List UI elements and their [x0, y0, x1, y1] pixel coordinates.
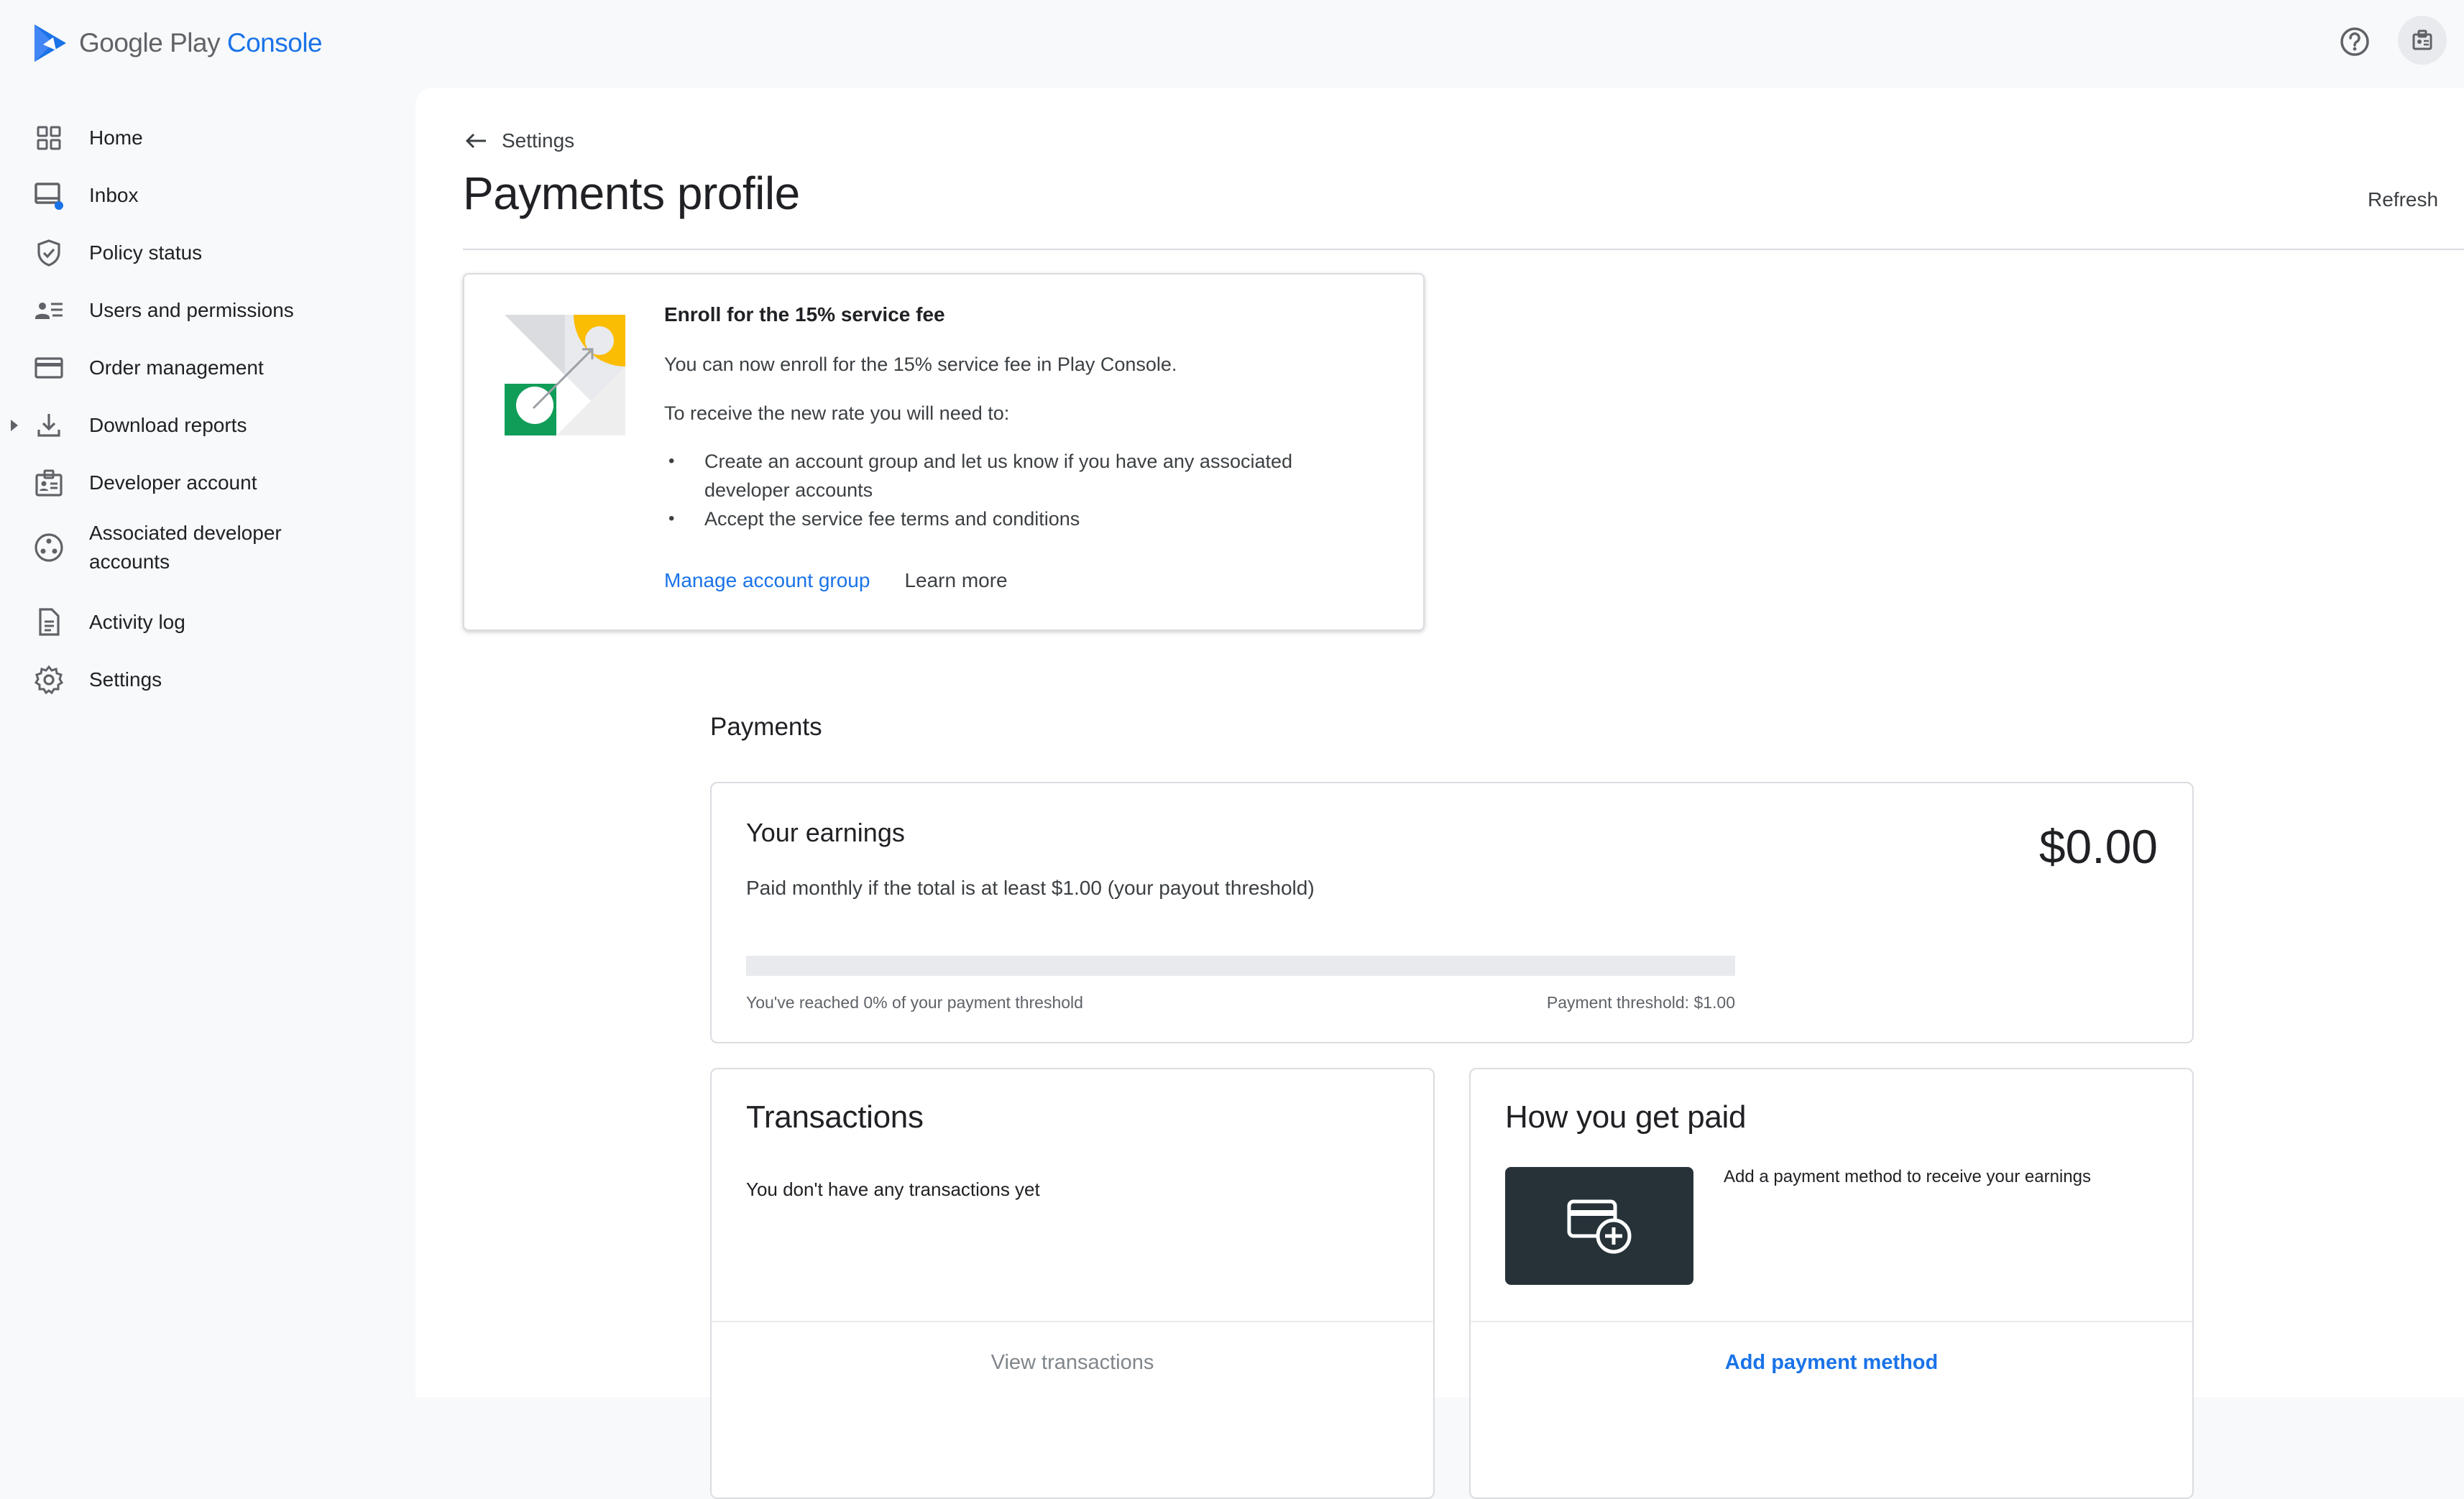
promo-title: Enroll for the 15% service fee — [664, 303, 945, 326]
top-bar: Google Play Console — [0, 0, 2464, 86]
payment-threshold-progress-bar — [746, 956, 1735, 976]
sidebar-item-label: Home — [89, 126, 143, 149]
sidebar-item-label: Developer account — [89, 471, 257, 494]
how-paid-text: Add a payment method to receive your ear… — [1724, 1167, 2091, 1186]
promo-text: To receive the new rate you will need to… — [664, 402, 1010, 424]
list-item: Accept the service fee terms and conditi… — [664, 504, 1354, 533]
gear-icon — [32, 663, 66, 697]
add-payment-method-button[interactable]: Add payment method — [1471, 1321, 2192, 1404]
arrow-back-icon[interactable] — [464, 131, 487, 151]
promo-requirements-list: Create an account group and let us know … — [664, 447, 1354, 533]
id-badge-icon — [32, 466, 66, 500]
page-title: Payments profile — [463, 167, 800, 219]
google-play-console-logo[interactable]: Google Play Console — [32, 20, 323, 66]
add-card-tile — [1505, 1167, 1693, 1285]
linked-accounts-icon — [32, 530, 66, 565]
refresh-button[interactable]: Refresh — [2368, 188, 2438, 211]
promo-text: You can now enroll for the 15% service f… — [664, 354, 1177, 375]
promo-actions: Manage account group Learn more — [664, 569, 1008, 592]
developer-account-icon[interactable] — [2398, 16, 2447, 65]
sidebar-item-activity-log[interactable]: Activity log — [0, 594, 415, 651]
main-content: Settings Payments profile Refresh Enroll… — [415, 88, 2464, 1499]
breadcrumb[interactable]: Settings — [464, 129, 574, 152]
manage-account-group-link[interactable]: Manage account group — [664, 569, 870, 592]
empty-state-text: You don't have any transactions yet — [746, 1179, 1040, 1200]
sidebar-item-label: Inbox — [89, 184, 139, 206]
payments-section-title: Payments — [710, 713, 822, 741]
grid-icon — [32, 121, 66, 155]
help-icon[interactable] — [2337, 24, 2372, 59]
sidebar-item-home[interactable]: Home — [0, 109, 415, 167]
sidebar-item-label: Policy status — [89, 241, 203, 264]
sidebar-item-order-management[interactable]: Order management — [0, 339, 415, 397]
sidebar-item-inbox[interactable]: Inbox — [0, 167, 415, 224]
earnings-amount: $0.00 — [2038, 820, 2158, 873]
sidebar-item-label: Download reports — [89, 414, 247, 436]
sidebar-item-label: Associated developer accounts — [89, 522, 282, 573]
breadcrumb-settings-link[interactable]: Settings — [502, 129, 574, 152]
document-icon — [32, 605, 66, 640]
play-logo-icon — [35, 24, 66, 62]
sidebar-item-download-reports[interactable]: Download reports — [0, 397, 415, 454]
how-paid-title: How you get paid — [1505, 1099, 1747, 1135]
users-icon — [32, 293, 66, 328]
sidebar-item-users-and-permissions[interactable]: Users and permissions — [0, 282, 415, 339]
logo-text: Google Play Console — [79, 28, 323, 57]
sidebar-item-developer-account[interactable]: Developer account — [0, 454, 415, 512]
learn-more-link[interactable]: Learn more — [904, 569, 1007, 592]
earnings-title: Your earnings — [746, 818, 905, 847]
shield-check-icon — [32, 236, 66, 270]
inbox-icon — [32, 178, 66, 213]
add-card-icon — [1567, 1199, 1632, 1254]
view-transactions-button[interactable]: View transactions — [712, 1321, 1433, 1404]
earnings-subtitle: Paid monthly if the total is at least $1… — [746, 877, 1315, 899]
sidebar-item-settings[interactable]: Settings — [0, 651, 415, 709]
download-icon — [32, 408, 66, 443]
sidebar-item-policy-status[interactable]: Policy status — [0, 224, 415, 282]
sidebar-item-label: Activity log — [89, 611, 185, 633]
service-fee-illustration — [505, 315, 625, 435]
list-item: Create an account group and let us know … — [664, 447, 1354, 504]
divider — [463, 249, 2464, 250]
service-fee-promo-card: Enroll for the 15% service fee You can n… — [463, 273, 1425, 631]
sidebar-item-associated-developer-accounts[interactable]: Associated developer accounts — [0, 512, 415, 584]
transactions-title: Transactions — [746, 1099, 924, 1135]
how-you-get-paid-card: How you get paid Add a payment method to… — [1469, 1068, 2194, 1499]
transactions-card: Transactions You don't have any transact… — [710, 1068, 1435, 1499]
earnings-card: Your earnings $0.00 Paid monthly if the … — [710, 782, 2194, 1043]
threshold-caption: Payment threshold: $1.00 — [1546, 993, 1735, 1012]
sidebar-item-label: Users and permissions — [89, 299, 294, 321]
caret-right-icon[interactable] — [9, 417, 20, 434]
sidebar-item-label: Settings — [89, 668, 162, 691]
credit-card-icon — [32, 351, 66, 385]
sidebar-item-label: Order management — [89, 356, 264, 379]
